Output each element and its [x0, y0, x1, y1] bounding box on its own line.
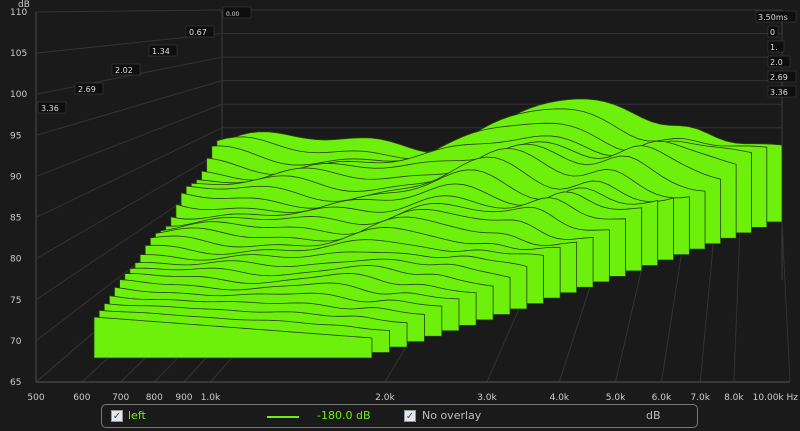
y-tick-label: 95: [10, 131, 21, 141]
freq-gridline: [733, 221, 741, 383]
y-axis: 11010510095908580757065: [10, 8, 27, 388]
y-tick-label: 65: [10, 378, 21, 388]
depth-tick-label: 1.: [770, 43, 778, 52]
depth-tick-label: 0: [770, 28, 775, 37]
freq-gridline: [781, 221, 791, 383]
x-tick-label: 5.0k: [606, 393, 626, 403]
level-readout: -180.0 dB: [317, 409, 371, 422]
x-tick-label: 8.0k: [724, 393, 744, 403]
depth-tick-label: 2.69: [78, 85, 96, 94]
channel-label: left: [128, 409, 146, 422]
left-channel-checkbox[interactable]: ✓: [111, 410, 123, 422]
depth-axis: 0.00 0.67 1.34 2.02 2.69 3.36 3.50ms 0 1. 2.0 2.69…: [37, 6, 797, 114]
y-tick-label: 70: [10, 337, 22, 347]
depth-tick-label: 3.36: [41, 104, 59, 113]
x-tick-label: 600: [73, 393, 90, 403]
y-tick-label: 100: [10, 90, 27, 100]
x-tick-label: 1.0k: [201, 393, 221, 403]
x-tick-label: 500: [27, 393, 44, 403]
depth-tick-label: 3.36: [770, 88, 788, 97]
x-tick-label: 900: [175, 393, 192, 403]
x-tick-label: 6.0k: [652, 393, 672, 403]
overlay-label: No overlay: [422, 409, 482, 422]
depth-tick-label: 2.69: [770, 73, 788, 82]
y-axis-label: dB: [18, 0, 30, 10]
db-gridline: [35, 33, 782, 54]
x-tick-label: 4.0k: [550, 393, 570, 403]
legend-bar: ✓ left -180.0 dB ✓ No overlay dB: [101, 404, 698, 428]
y-tick-label: 90: [10, 172, 22, 182]
depth-tick-label: 3.50ms: [758, 13, 788, 22]
depth-tick-label: 1.34: [152, 47, 170, 56]
depth-tick-label: 2.0: [770, 58, 783, 67]
x-tick-label: 10.00k Hz: [753, 393, 799, 403]
x-axis: 500 600 700 800 900 1.0k 2.0k 3.0k 4.0k 5.0k 6.0k 7…: [27, 393, 798, 403]
overlay-checkbox[interactable]: ✓: [404, 410, 416, 422]
db-gridline: [35, 9, 782, 13]
x-tick-label: 700: [112, 393, 129, 403]
y-tick-label: 80: [10, 255, 22, 265]
depth-tick-label: 2.02: [115, 66, 133, 75]
y-tick-label: 85: [10, 214, 21, 224]
x-tick-label: 800: [146, 393, 163, 403]
series-line-swatch: [267, 416, 299, 418]
depth-tick-label: 0.67: [189, 28, 207, 37]
depth-tick-label: 0.00: [226, 11, 240, 18]
waterfall-plot: 11010510095908580757065 500 600 700 800 900 1…: [10, 0, 798, 403]
x-tick-label: 2.0k: [375, 393, 395, 403]
unit-label: dB: [646, 409, 661, 422]
waterfall-slices: [93, 98, 783, 359]
y-tick-label: 75: [10, 296, 21, 306]
x-tick-label: 3.0k: [477, 393, 497, 403]
db-gridline: [35, 56, 782, 95]
x-tick-label: 7.0k: [690, 393, 710, 403]
y-tick-label: 105: [10, 49, 27, 59]
